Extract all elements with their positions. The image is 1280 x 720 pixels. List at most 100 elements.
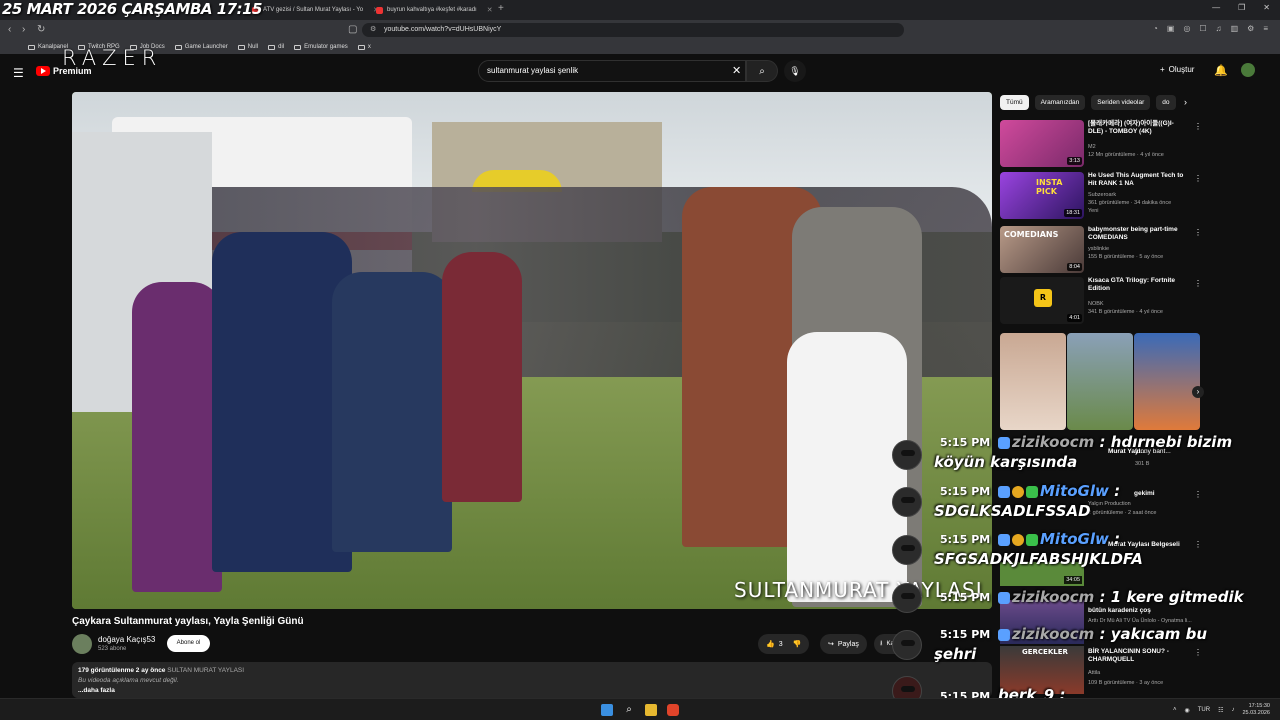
recommendation-item[interactable]: R 4:01 Kısaca GTA Trilogy: Fortnite Edit…: [1000, 277, 1202, 325]
hashtag-link[interactable]: SULTAN MURAT YAYLASI: [167, 667, 244, 674]
share-button[interactable]: ↪ Paylaş: [820, 634, 867, 654]
video-thumbnail[interactable]: INSTA PICK 18:31: [1000, 172, 1084, 219]
bookmark-item[interactable]: x: [357, 44, 371, 50]
reload-icon[interactable]: ↻: [37, 24, 45, 35]
rec-title[interactable]: gekimi: [1134, 490, 1155, 497]
search-input[interactable]: sultanmurat yaylasi şenlik: [478, 60, 746, 82]
rec-channel[interactable]: ysblinkie: [1088, 246, 1198, 253]
short-thumbnail[interactable]: [1000, 333, 1066, 430]
video-player[interactable]: SULTANMURAT YAYLASI: [72, 92, 992, 609]
notifications-bell-icon[interactable]: 🔔: [1214, 64, 1228, 77]
settings-icon[interactable]: ⚙: [1247, 24, 1254, 33]
more-options-icon[interactable]: ⋮: [1194, 228, 1202, 237]
chip-all[interactable]: Tümü: [1000, 95, 1029, 110]
rec-title[interactable]: babymonster being part-time COMEDIANS: [1088, 226, 1188, 242]
rec-title[interactable]: He Used This Augment Tech to Hit RANK 1 …: [1088, 172, 1188, 188]
rec-channel[interactable]: Yalçın Production: [1088, 501, 1131, 507]
volume-icon[interactable]: ♪: [1231, 707, 1234, 713]
browser-tab-1[interactable]: ATV gezisi / Sultan Murat Yaylası - Yo ✕: [252, 2, 379, 18]
folder-icon: [237, 44, 245, 50]
back-icon[interactable]: ‹: [8, 24, 11, 35]
rec-title[interactable]: BİR YALANCININ SONU? - CHARMQUELL: [1088, 648, 1188, 664]
rec-title[interactable]: Kısaca GTA Trilogy: Fortnite Edition: [1088, 277, 1188, 293]
more-options-icon[interactable]: ⋮: [1194, 648, 1202, 657]
recommendation-item[interactable]: COMEDIANS 8:04 babymonster being part-ti…: [1000, 226, 1202, 274]
language-indicator[interactable]: TUR: [1198, 707, 1210, 713]
short-thumbnail[interactable]: [1134, 333, 1200, 430]
account-avatar[interactable]: [1241, 63, 1255, 77]
maximize-icon[interactable]: ❐: [1238, 3, 1245, 12]
chevron-right-icon[interactable]: ›: [1184, 97, 1187, 107]
create-button[interactable]: + Oluştur: [1160, 65, 1194, 74]
channel-avatar[interactable]: [72, 634, 92, 654]
voice-search-button[interactable]: 🎙: [784, 60, 806, 82]
chip-more[interactable]: do: [1156, 95, 1176, 110]
wifi-icon[interactable]: ☷: [1218, 707, 1223, 714]
clock[interactable]: 17:15:30 25.03.2026: [1242, 703, 1270, 717]
more-options-icon[interactable]: ⋮: [1194, 122, 1202, 131]
rec-title[interactable]: bütün karadeniz çoş: [1088, 607, 1151, 614]
search-icon[interactable]: ⌕: [623, 704, 635, 716]
url-field[interactable]: ⚙ youtube.com/watch?v=dUHsUBNiycY: [362, 23, 904, 37]
extension-icon[interactable]: ◎: [1183, 24, 1190, 33]
extension-icon[interactable]: ◔: [1153, 24, 1158, 33]
more-options-icon[interactable]: ⋮: [1194, 279, 1202, 288]
rec-channel[interactable]: M2: [1088, 144, 1198, 151]
brave-browser-icon[interactable]: [667, 704, 679, 716]
hamburger-menu-icon[interactable]: ☰: [13, 66, 24, 80]
bookmark-icon[interactable]: ▢: [348, 24, 357, 35]
browser-tab-2[interactable]: buyrun kahvaltıya #keşfet #karadı ✕: [376, 2, 493, 18]
rec-channel[interactable]: NOBK: [1088, 301, 1198, 308]
bookmark-item[interactable]: Emulator games: [294, 44, 348, 50]
short-thumbnail[interactable]: [1067, 333, 1133, 430]
rec-title[interactable]: [몰래카메라] (여자)아이들((G)I-DLE) - TOMBOY (4K): [1088, 120, 1188, 136]
minimize-icon[interactable]: —: [1212, 3, 1220, 12]
extension-icon[interactable]: ☐: [1199, 24, 1206, 33]
shorts-shelf: [1000, 333, 1200, 430]
chat-message: zizikoocm : 1 kere gitmedik: [998, 588, 1244, 606]
extension-icon[interactable]: ▣: [1167, 24, 1175, 33]
subscriber-count: 523 abone: [98, 646, 127, 652]
thumbs-down-icon[interactable]: 👎: [793, 640, 802, 648]
description-box[interactable]: 179 görüntülenme 2 ay önce SULTAN MURAT …: [72, 662, 992, 698]
like-dislike-button[interactable]: 👍 3 👎: [758, 634, 810, 654]
video-thumbnail[interactable]: 3:13: [1000, 120, 1084, 167]
search-button[interactable]: ⌕: [746, 60, 778, 82]
close-window-icon[interactable]: ✕: [1263, 3, 1270, 12]
chevron-up-icon[interactable]: ˄: [1173, 707, 1177, 713]
rec-channel[interactable]: Attila: [1088, 670, 1100, 676]
bookmark-item[interactable]: Null: [237, 44, 258, 50]
clear-search-icon[interactable]: ✕: [732, 64, 741, 77]
site-info-icon[interactable]: ⚙: [370, 23, 376, 37]
music-icon[interactable]: ♫: [1216, 24, 1222, 33]
new-tab-icon[interactable]: +: [498, 3, 504, 14]
tab-close-icon[interactable]: ✕: [487, 6, 493, 14]
network-icon[interactable]: ◉: [1184, 707, 1189, 714]
new-badge: Yeni: [1088, 208, 1099, 214]
rec-channel[interactable]: Arttı Dr Mü Ali TV Üa Ünlolo - Oynatma l…: [1088, 618, 1192, 624]
recommendation-item[interactable]: 3:13 [몰래카메라] (여자)아이들((G)I-DLE) - TOMBOY …: [1000, 120, 1202, 168]
menu-icon[interactable]: ≡: [1263, 24, 1268, 33]
bookmark-item[interactable]: Game Launcher: [174, 44, 228, 50]
more-options-icon[interactable]: ⋮: [1194, 490, 1202, 499]
more-options-icon[interactable]: ⋮: [1194, 540, 1202, 549]
bookmark-item[interactable]: dil: [268, 44, 284, 50]
chevron-right-icon[interactable]: ›: [1192, 386, 1204, 398]
forward-icon[interactable]: ›: [22, 24, 25, 35]
video-thumbnail[interactable]: COMEDIANS 8:04: [1000, 226, 1084, 273]
recommendation-item[interactable]: INSTA PICK 18:31 He Used This Augment Te…: [1000, 172, 1202, 220]
show-more-link[interactable]: ...daha fazla: [78, 687, 986, 694]
more-options-icon[interactable]: ⋮: [1194, 174, 1202, 183]
share-icon: ↪: [828, 641, 834, 648]
channel-name[interactable]: doğaya Kaçış53: [98, 635, 155, 644]
chip-from-series[interactable]: Seriden videolar: [1091, 95, 1151, 110]
file-explorer-icon[interactable]: [645, 704, 657, 716]
subscribe-button[interactable]: Abone ol: [167, 635, 210, 652]
rec-channel[interactable]: Subzeroark: [1088, 192, 1198, 199]
address-bar: ‹ › ↻ ▢ ⚙ youtube.com/watch?v=dUHsUBNiyc…: [0, 20, 1280, 40]
chip-from-search[interactable]: Aramanızdan: [1034, 95, 1086, 110]
sidebar-icon[interactable]: ▥: [1231, 24, 1239, 33]
windows-start-icon[interactable]: [601, 704, 613, 716]
video-thumbnail[interactable]: R 4:01: [1000, 277, 1084, 324]
thumbs-up-icon[interactable]: 👍: [766, 640, 775, 648]
